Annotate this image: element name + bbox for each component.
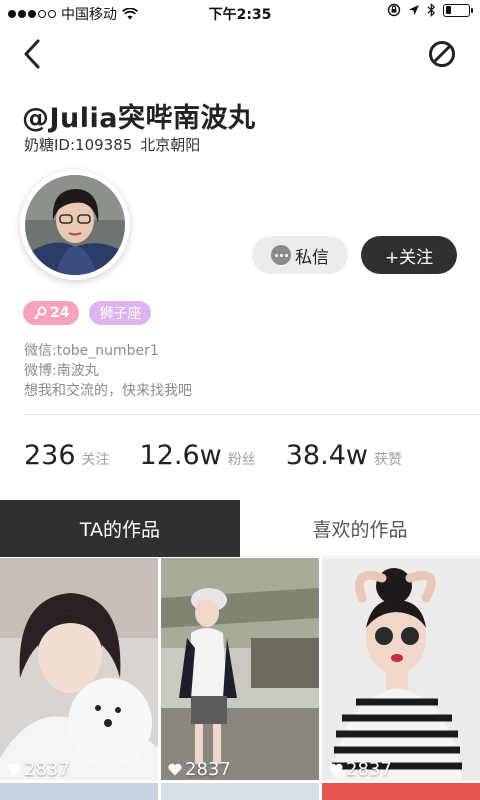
work-item-peek[interactable] — [161, 783, 319, 800]
level-badge: 24 — [23, 301, 80, 325]
profile-bio: 微信:tobe_number1 微博:南波丸 想我和交流的，快来找我吧 — [24, 341, 192, 401]
work-likes: 2837 — [329, 759, 392, 780]
work-item-peek[interactable] — [322, 783, 480, 800]
rotation-lock-icon — [387, 3, 401, 17]
stat-following-value: 236 — [24, 440, 76, 471]
works-tab-bar: TA的作品 喜欢的作品 — [0, 500, 480, 557]
message-button-label: 私信 — [295, 247, 329, 268]
work-likes-count: 2837 — [24, 759, 70, 780]
work-item[interactable]: 2837 — [0, 558, 158, 780]
battery-icon — [443, 3, 473, 17]
stat-likes-label: 获赞 — [373, 452, 402, 468]
status-bar: 中国移动 下午2:35 — [0, 0, 480, 26]
avatar[interactable] — [20, 170, 130, 280]
tab-works[interactable]: TA的作品 — [0, 500, 240, 557]
stat-likes-value: 38.4w — [285, 440, 368, 471]
tab-works-label: TA的作品 — [79, 519, 161, 541]
bio-line-wechat: 微信:tobe_number1 — [24, 343, 159, 359]
location-arrow-icon — [409, 5, 419, 15]
chevron-left-icon — [24, 39, 40, 69]
level-value: 24 — [50, 305, 70, 321]
works-grid-next-row — [0, 783, 480, 800]
message-button[interactable]: 私信 — [252, 236, 348, 274]
block-user-button[interactable] — [424, 36, 460, 72]
battery-fill — [445, 6, 451, 14]
bluetooth-icon — [427, 3, 436, 17]
block-icon — [429, 41, 455, 67]
work-item-peek[interactable] — [0, 783, 158, 800]
stat-followers-label: 粉丝 — [227, 452, 256, 468]
follow-button[interactable]: +关注 — [361, 236, 457, 274]
stats-row: 236 关注 12.6w 粉丝 38.4w 获赞 — [24, 440, 432, 471]
profile-location: 北京朝阳 — [140, 136, 201, 154]
status-right — [387, 3, 473, 17]
work-likes: 2837 — [168, 759, 231, 780]
stat-likes[interactable]: 38.4w 获赞 — [286, 440, 402, 471]
stat-followers-value: 12.6w — [139, 440, 222, 471]
work-likes: 2837 — [7, 759, 70, 780]
stat-following[interactable]: 236 关注 — [24, 440, 110, 471]
tab-liked-works[interactable]: 喜欢的作品 — [240, 500, 480, 557]
bio-line-weibo: 微博:南波丸 — [24, 363, 99, 379]
work-thumbnail — [322, 558, 480, 780]
profile-id: 奶糖ID:109385 — [24, 136, 133, 154]
stat-following-label: 关注 — [81, 452, 110, 468]
works-grid: 2837 2837 2837 — [0, 558, 480, 780]
divider — [24, 414, 480, 415]
zodiac-label: 狮子座 — [99, 306, 142, 322]
work-item[interactable]: 2837 — [161, 558, 319, 780]
tab-liked-works-label: 喜欢的作品 — [312, 518, 408, 541]
work-thumbnail — [161, 558, 319, 780]
follow-button-label: +关注 — [384, 247, 434, 268]
avatar-photo — [25, 175, 125, 275]
work-likes-count: 2837 — [185, 759, 231, 780]
heart-icon — [329, 763, 343, 776]
stat-followers[interactable]: 12.6w 粉丝 — [140, 440, 256, 471]
back-button[interactable] — [14, 36, 50, 72]
zodiac-badge: 狮子座 — [89, 301, 152, 325]
work-thumbnail — [0, 558, 158, 780]
badge-row: 24 狮子座 — [23, 301, 152, 325]
key-icon — [33, 306, 47, 320]
heart-icon — [7, 763, 21, 776]
profile-id-line: 奶糖ID:109385 北京朝阳 — [24, 134, 200, 155]
work-likes-count: 2837 — [346, 759, 392, 780]
chat-bubble-icon — [271, 245, 291, 265]
profile-username: @Julia突哔南波丸 — [22, 103, 256, 134]
bio-line-invite: 想我和交流的，快来找我吧 — [24, 383, 192, 399]
heart-icon — [168, 763, 182, 776]
work-item[interactable]: 2837 — [322, 558, 480, 780]
